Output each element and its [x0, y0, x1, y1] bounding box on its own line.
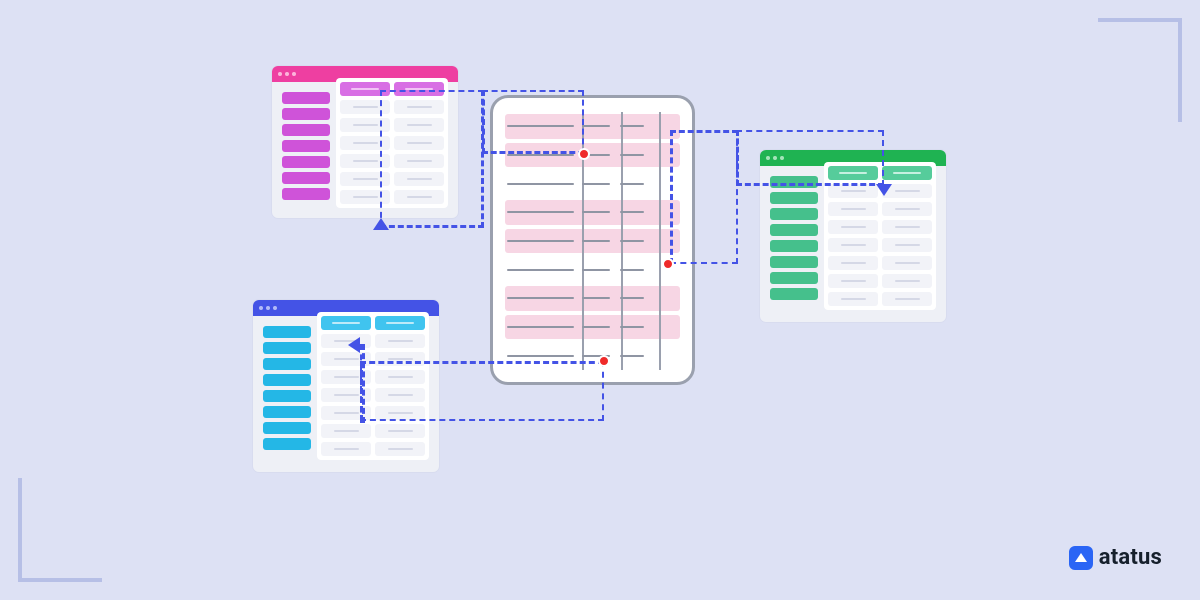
grid-cell [828, 238, 878, 252]
side-column [282, 92, 330, 208]
corner-bracket-bottom-left [18, 478, 102, 582]
side-cell [263, 326, 311, 338]
side-cell [263, 390, 311, 402]
side-cell [282, 124, 330, 136]
side-cell [282, 156, 330, 168]
brand-mark-icon [1069, 546, 1093, 570]
grid-cell [828, 256, 878, 270]
grid-cell [828, 184, 878, 198]
side-cell [770, 288, 818, 300]
grid-header [882, 166, 932, 180]
side-cell [282, 188, 330, 200]
corner-bracket-top-right [1098, 18, 1182, 122]
hotspot-middle [662, 258, 674, 270]
grid-cell [375, 424, 425, 438]
side-column [770, 176, 818, 310]
grid-cell [828, 274, 878, 288]
side-cell [282, 172, 330, 184]
window-dot-icon [278, 72, 282, 76]
grid-cell [828, 292, 878, 306]
window-body [760, 166, 946, 320]
side-cell [263, 438, 311, 450]
grid-cell [375, 442, 425, 456]
grid-cell [882, 220, 932, 234]
arrow-up-icon [373, 218, 389, 230]
brand-logo: atatus [1069, 545, 1162, 570]
window-dot-icon [273, 306, 277, 310]
side-cell [263, 342, 311, 354]
window-dot-icon [292, 72, 296, 76]
grid-cell [882, 238, 932, 252]
grid-cell [321, 424, 371, 438]
diagram-canvas: atatus [0, 0, 1200, 600]
grid-cell [882, 292, 932, 306]
hotspot-top [578, 148, 590, 160]
side-cell [282, 92, 330, 104]
side-cell [263, 422, 311, 434]
side-cell [282, 140, 330, 152]
side-cell [770, 256, 818, 268]
side-cell [770, 192, 818, 204]
connector-to-blue [360, 361, 604, 421]
grid-cell [828, 220, 878, 234]
connector-to-blue-2 [360, 344, 365, 423]
connector-to-green [670, 130, 738, 264]
window-dot-icon [266, 306, 270, 310]
side-cell [263, 374, 311, 386]
connector-to-pink-2 [380, 90, 484, 228]
side-cell [770, 272, 818, 284]
side-cell [770, 240, 818, 252]
connector-to-pink [482, 90, 584, 154]
side-cell [263, 358, 311, 370]
arrow-left-icon [348, 337, 360, 353]
grid-cell [882, 202, 932, 216]
grid-cell [882, 274, 932, 288]
side-column [263, 326, 311, 460]
grid-header [321, 316, 371, 330]
grid-header [375, 316, 425, 330]
side-cell [263, 406, 311, 418]
window-dot-icon [285, 72, 289, 76]
grid-cell [375, 334, 425, 348]
hotspot-bottom [598, 355, 610, 367]
side-cell [282, 108, 330, 120]
connector-to-green-2 [736, 130, 884, 186]
side-cell [770, 224, 818, 236]
arrow-down-icon [876, 184, 892, 196]
side-cell [770, 208, 818, 220]
window-dot-icon [259, 306, 263, 310]
brand-name: atatus [1099, 545, 1162, 570]
grid-cell [321, 442, 371, 456]
grid-cell [828, 202, 878, 216]
grid-cell [882, 256, 932, 270]
